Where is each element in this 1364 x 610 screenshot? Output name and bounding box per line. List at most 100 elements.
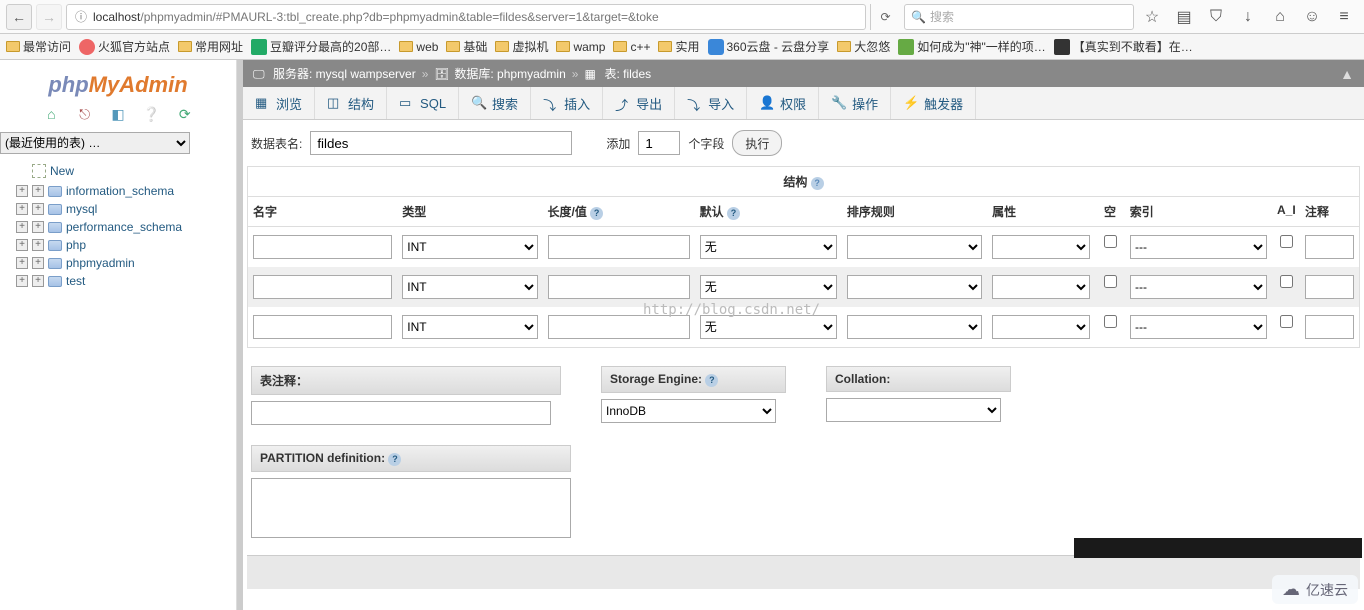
expand-icon[interactable]: + <box>32 257 44 269</box>
field-comment-input[interactable] <box>1305 315 1354 339</box>
star-icon[interactable]: ☆ <box>1138 4 1166 30</box>
field-collation-select[interactable] <box>847 235 982 259</box>
expand-icon[interactable]: + <box>16 275 28 287</box>
reload-button[interactable]: ⟳ <box>870 4 900 30</box>
bookmark-item[interactable]: web <box>399 40 438 54</box>
pocket-icon[interactable]: ⛉ <box>1202 4 1230 30</box>
help-icon[interactable]: ? <box>590 207 603 220</box>
field-length-input[interactable] <box>548 275 690 299</box>
field-null-checkbox[interactable] <box>1104 315 1117 328</box>
bookmark-item[interactable]: 大忽悠 <box>837 38 890 55</box>
tab-插入[interactable]: ⤵插入 <box>531 87 603 119</box>
library-icon[interactable]: ▤ <box>1170 4 1198 30</box>
bookmark-item[interactable]: 基础 <box>446 38 487 55</box>
downloads-icon[interactable]: ↓ <box>1234 4 1262 30</box>
help-icon[interactable]: ? <box>727 207 740 220</box>
sql-icon[interactable]: ◧ <box>109 106 127 124</box>
help-icon[interactable]: ? <box>705 374 718 387</box>
crumb-db[interactable]: 数据库: phpmyadmin <box>454 65 565 82</box>
bookmark-item[interactable]: 火狐官方站点 <box>79 38 170 55</box>
field-ai-checkbox[interactable] <box>1280 275 1293 288</box>
help-icon[interactable]: ? <box>388 453 401 466</box>
bookmark-item[interactable]: 豆瓣评分最高的20部… <box>251 38 391 55</box>
field-attr-select[interactable] <box>992 315 1090 339</box>
field-collation-select[interactable] <box>847 315 982 339</box>
go-button[interactable]: 执行 <box>732 130 782 156</box>
bookmark-item[interactable]: c++ <box>613 40 650 54</box>
tab-结构[interactable]: ◫结构 <box>315 87 387 119</box>
back-button[interactable]: ← <box>6 4 32 30</box>
forward-button[interactable]: → <box>36 4 62 30</box>
bookmark-item[interactable]: 最常访问 <box>6 38 71 55</box>
db-item[interactable]: ++test <box>16 272 230 290</box>
field-index-select[interactable]: --- <box>1130 315 1267 339</box>
field-index-select[interactable]: --- <box>1130 275 1267 299</box>
home-icon[interactable]: ⌂ <box>1266 4 1294 30</box>
add-count-input[interactable] <box>638 131 680 155</box>
db-item[interactable]: ++performance_schema <box>16 218 230 236</box>
docs-icon[interactable]: ❔ <box>142 106 160 124</box>
field-type-select[interactable]: INT <box>402 315 537 339</box>
field-name-input[interactable] <box>253 315 392 339</box>
field-comment-input[interactable] <box>1305 235 1354 259</box>
db-item[interactable]: ++mysql <box>16 200 230 218</box>
expand-icon[interactable]: + <box>32 203 44 215</box>
field-length-input[interactable] <box>548 235 690 259</box>
recent-tables-select[interactable]: (最近使用的表) … <box>0 132 190 154</box>
crumb-server[interactable]: 服务器: mysql wampserver <box>273 65 416 82</box>
field-null-checkbox[interactable] <box>1104 235 1117 248</box>
tab-触发器[interactable]: ⚡触发器 <box>891 87 976 119</box>
tab-SQL[interactable]: ▭SQL <box>387 87 459 119</box>
field-type-select[interactable]: INT <box>402 275 537 299</box>
expand-icon[interactable]: + <box>32 275 44 287</box>
field-name-input[interactable] <box>253 275 392 299</box>
expand-icon[interactable]: + <box>32 185 44 197</box>
field-collation-select[interactable] <box>847 275 982 299</box>
table-comment-input[interactable] <box>251 401 551 425</box>
field-ai-checkbox[interactable] <box>1280 315 1293 328</box>
field-null-checkbox[interactable] <box>1104 275 1117 288</box>
field-default-select[interactable]: 无 <box>700 235 837 259</box>
field-length-input[interactable] <box>548 315 690 339</box>
field-type-select[interactable]: INT <box>402 235 537 259</box>
table-name-input[interactable] <box>310 131 572 155</box>
bookmark-item[interactable]: 常用网址 <box>178 38 243 55</box>
expand-icon[interactable]: + <box>16 257 28 269</box>
field-comment-input[interactable] <box>1305 275 1354 299</box>
bookmark-item[interactable]: wamp <box>556 40 605 54</box>
bookmark-item[interactable]: 【真实到不敢看】在… <box>1054 38 1193 55</box>
tab-操作[interactable]: 🔧操作 <box>819 87 891 119</box>
db-new[interactable]: New <box>16 162 230 182</box>
db-item[interactable]: ++php <box>16 236 230 254</box>
logout-icon[interactable]: ⎋ <box>76 106 94 124</box>
expand-icon[interactable]: + <box>32 239 44 251</box>
field-attr-select[interactable] <box>992 275 1090 299</box>
tab-权限[interactable]: 👤权限 <box>747 87 819 119</box>
bookmark-item[interactable]: 如何成为"神"一样的项… <box>898 38 1046 55</box>
expand-icon[interactable]: + <box>16 221 28 233</box>
field-attr-select[interactable] <box>992 235 1090 259</box>
expand-icon[interactable]: + <box>16 239 28 251</box>
field-name-input[interactable] <box>253 235 392 259</box>
field-default-select[interactable]: 无 <box>700 315 837 339</box>
db-item[interactable]: ++information_schema <box>16 182 230 200</box>
tab-浏览[interactable]: ▦浏览 <box>243 87 315 119</box>
tab-导入[interactable]: ⤵导入 <box>675 87 747 119</box>
field-index-select[interactable]: --- <box>1130 235 1267 259</box>
help-icon[interactable]: ? <box>811 177 824 190</box>
collapse-icon[interactable]: ▲ <box>1340 66 1354 82</box>
tab-搜索[interactable]: 🔍搜索 <box>459 87 531 119</box>
reload-icon[interactable]: ⟳ <box>176 106 194 124</box>
collation-select[interactable] <box>826 398 1001 422</box>
tab-导出[interactable]: ⤴导出 <box>603 87 675 119</box>
crumb-table[interactable]: 表: fildes <box>604 65 651 82</box>
partition-textarea[interactable] <box>251 478 571 538</box>
account-icon[interactable]: ☺ <box>1298 4 1326 30</box>
home-icon[interactable]: ⌂ <box>42 106 60 124</box>
bookmark-item[interactable]: 实用 <box>658 38 699 55</box>
expand-icon[interactable]: + <box>32 221 44 233</box>
url-bar[interactable]: ⓘ localhost/phpmyadmin/#PMAURL-3:tbl_cre… <box>66 4 866 30</box>
browser-search[interactable]: 🔍搜索 <box>904 4 1134 30</box>
field-default-select[interactable]: 无 <box>700 275 837 299</box>
db-item[interactable]: ++phpmyadmin <box>16 254 230 272</box>
